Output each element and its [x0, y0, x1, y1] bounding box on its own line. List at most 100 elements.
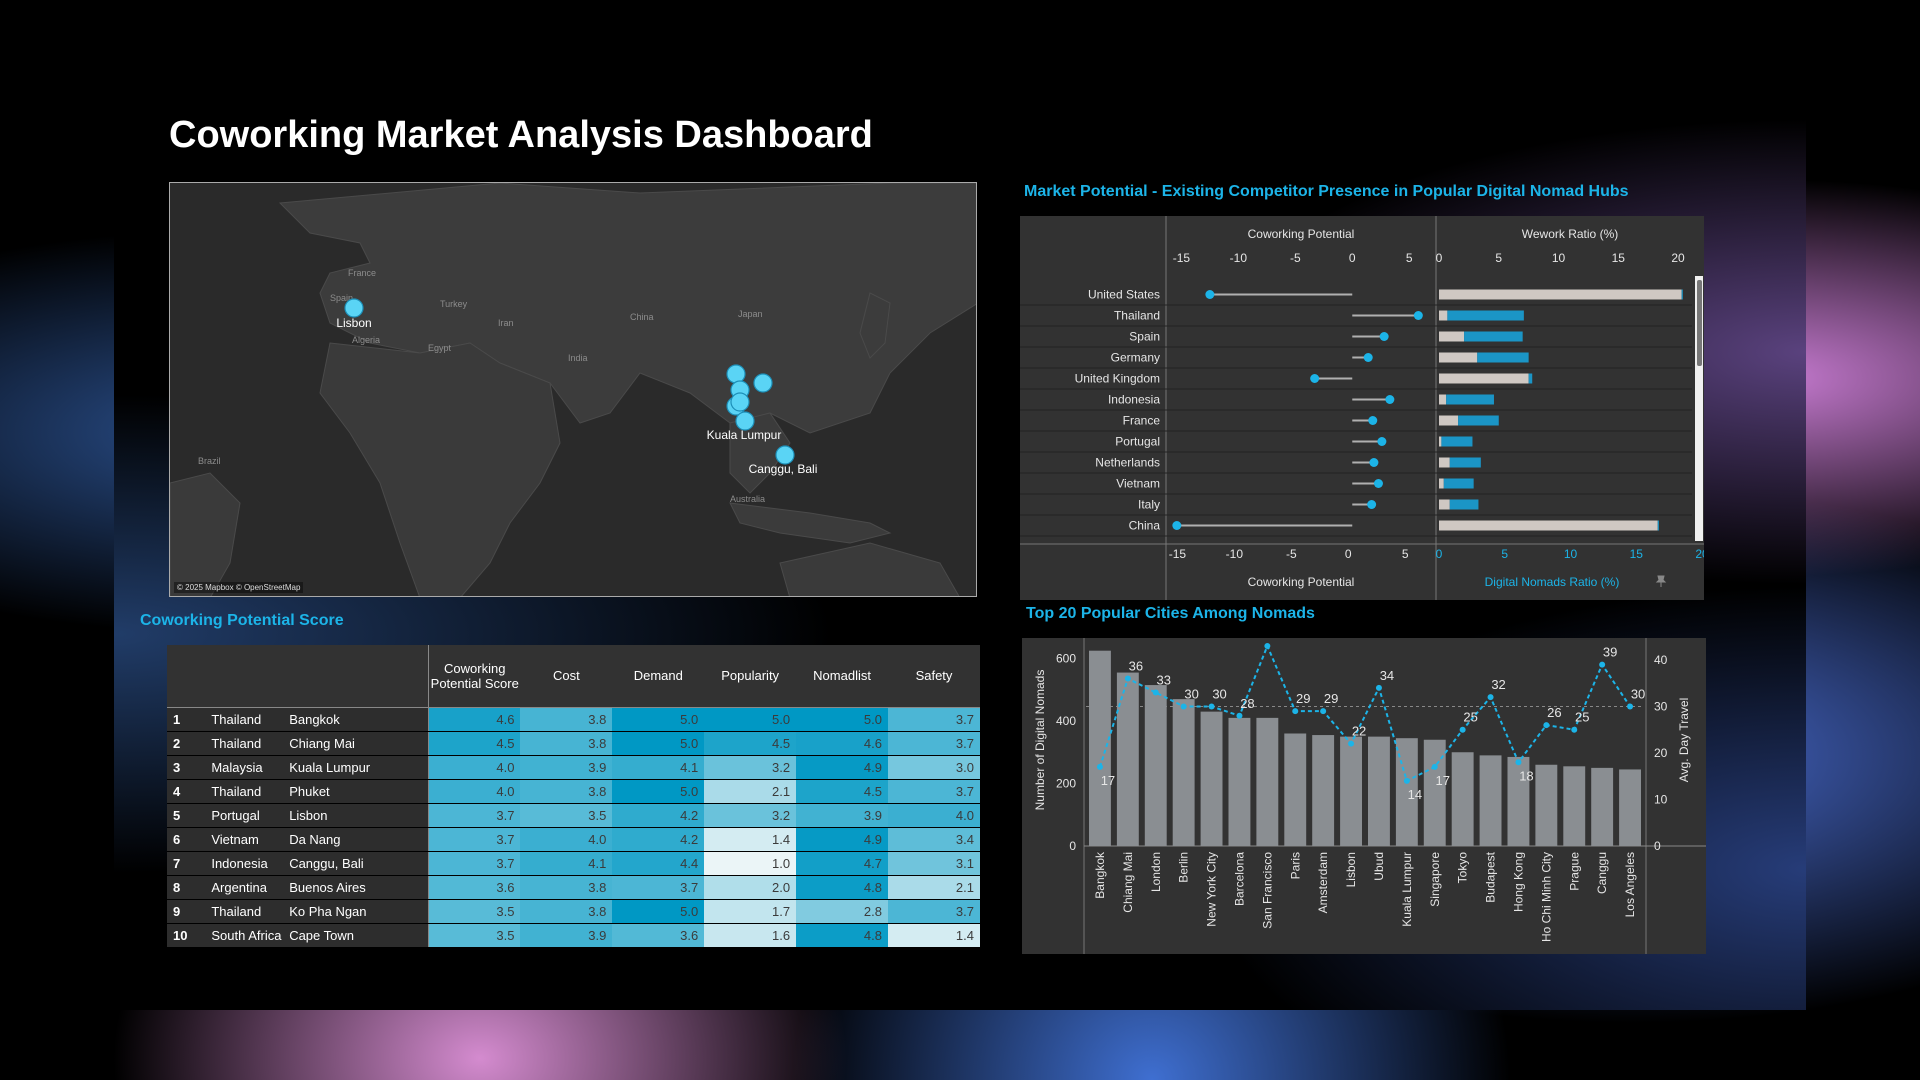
dumbbell-point[interactable] [1205, 290, 1215, 299]
wework-bar[interactable] [1439, 499, 1450, 510]
bar[interactable] [1312, 735, 1335, 846]
wework-bar[interactable] [1439, 478, 1444, 489]
column-header[interactable]: Nomadlist [796, 645, 888, 708]
travel-point[interactable] [1403, 777, 1410, 784]
wework-bar[interactable] [1439, 436, 1442, 447]
bar[interactable] [1144, 685, 1167, 846]
column-header[interactable]: Popularity [704, 645, 797, 708]
nomad-bar[interactable] [1446, 394, 1494, 405]
market-potential-chart[interactable]: Coworking Potential Wework Ratio (%) Cow… [1020, 216, 1704, 600]
table-row[interactable]: 8 Argentina Buenos Aires 3.6 3.8 3.7 2.0 4.8 2.1 [167, 875, 980, 900]
nomad-bar[interactable] [1464, 331, 1523, 342]
table-row[interactable]: 2 Thailand Chiang Mai 4.5 3.8 5.0 4.5 4.6 3.7 [167, 731, 980, 756]
nomad-bar[interactable] [1447, 310, 1524, 321]
dumbbell-point[interactable] [1363, 353, 1373, 362]
bar[interactable] [1591, 767, 1614, 846]
table-row[interactable]: 6 Vietnam Da Nang 3.7 4.0 4.2 1.4 4.9 3.4 [167, 827, 980, 852]
table-row[interactable]: 3 Malaysia Kuala Lumpur 4.0 3.9 4.1 3.2 4.9 3.0 [167, 755, 980, 780]
bar[interactable] [1172, 699, 1195, 846]
nomad-bar[interactable] [1443, 478, 1474, 489]
bar[interactable] [1089, 650, 1111, 846]
bar[interactable] [1200, 711, 1223, 846]
bar[interactable] [1619, 769, 1641, 846]
travel-point[interactable] [1515, 759, 1522, 766]
city-marker[interactable] [730, 392, 750, 412]
nomad-bar[interactable] [1441, 436, 1473, 447]
market-potential-svg[interactable]: Coworking Potential Wework Ratio (%) Cow… [1020, 216, 1704, 600]
travel-point[interactable] [1348, 740, 1355, 747]
travel-point[interactable] [1292, 708, 1299, 715]
travel-point[interactable] [1571, 726, 1578, 733]
wework-bar[interactable] [1439, 373, 1529, 384]
column-header[interactable]: Cost [520, 645, 613, 708]
nomad-bar[interactable] [1458, 415, 1499, 426]
nomad-bar[interactable] [1449, 457, 1481, 468]
wework-bar[interactable] [1439, 457, 1450, 468]
column-header[interactable]: Demand [612, 645, 705, 708]
dumbbell-point[interactable] [1379, 332, 1389, 341]
dumbbell-point[interactable] [1377, 437, 1387, 446]
travel-point[interactable] [1096, 763, 1103, 770]
travel-point[interactable] [1124, 675, 1131, 682]
column-header[interactable]: Coworking Potential Score [428, 645, 521, 708]
nomad-bar[interactable] [1449, 499, 1479, 510]
column-header[interactable]: Safety [888, 645, 980, 708]
table-row[interactable]: 10 South Africa Cape Town 3.5 3.9 3.6 1.6 4.8 1.… [167, 923, 980, 948]
bar[interactable] [1340, 736, 1362, 846]
table-row[interactable]: 1 Thailand Bangkok 4.6 3.8 5.0 5.0 5.0 3.7 [167, 707, 980, 732]
nomad-bar[interactable] [1477, 352, 1529, 363]
wework-bar[interactable] [1439, 289, 1682, 300]
dumbbell-point[interactable] [1172, 521, 1182, 530]
bar[interactable] [1451, 752, 1474, 846]
world-map[interactable]: FranceSpainTurkeyIranAlgeriaEgyptChina Ja… [170, 183, 977, 597]
table-row[interactable]: 7 Indonesia Canggu, Bali 3.7 4.1 4.4 1.0 4.7 3.1 [167, 851, 980, 876]
city-marker[interactable] [344, 298, 364, 318]
nomad-bar[interactable] [1681, 289, 1683, 300]
dumbbell-point[interactable] [1385, 395, 1395, 404]
wework-bar[interactable] [1439, 394, 1447, 405]
table-row[interactable]: 5 Portugal Lisbon 3.7 3.5 4.2 3.2 3.9 4.0 [167, 803, 980, 828]
travel-point[interactable] [1487, 694, 1494, 701]
bar[interactable] [1535, 764, 1558, 846]
travel-point[interactable] [1543, 722, 1550, 729]
dumbbell-point[interactable] [1373, 479, 1383, 488]
travel-point[interactable] [1180, 703, 1187, 710]
dumbbell-point[interactable] [1369, 458, 1379, 467]
travel-point[interactable] [1459, 726, 1466, 733]
bar[interactable] [1479, 755, 1502, 846]
dumbbell-point[interactable] [1310, 374, 1320, 383]
city-marker[interactable] [726, 364, 746, 384]
scrollbar-thumb[interactable] [1697, 280, 1702, 366]
bar[interactable] [1228, 717, 1251, 846]
dumbbell-point[interactable] [1367, 500, 1377, 509]
bar[interactable] [1368, 736, 1390, 846]
travel-point[interactable] [1320, 708, 1327, 715]
top20-svg[interactable]: Number of Digital Nomads Avg. Day Travel… [1022, 638, 1706, 954]
travel-point[interactable] [1431, 763, 1438, 770]
bar[interactable] [1284, 733, 1307, 847]
travel-point[interactable] [1599, 661, 1606, 668]
nomad-bar[interactable] [1528, 373, 1533, 384]
travel-point[interactable] [1236, 712, 1243, 719]
top20-cities-chart[interactable]: Number of Digital Nomads Avg. Day Travel… [1022, 638, 1706, 954]
dumbbell-point[interactable] [1413, 311, 1423, 320]
travel-point[interactable] [1264, 643, 1271, 649]
bottom-right-axis-title[interactable]: Digital Nomads Ratio (%) [1485, 575, 1620, 589]
city-marker[interactable] [753, 373, 773, 393]
map-view[interactable]: France Spain Turkey Iran Algeria Egypt China Ja… [169, 182, 977, 597]
wework-bar[interactable] [1439, 310, 1448, 321]
travel-point[interactable] [1627, 703, 1634, 710]
table-row[interactable]: 9 Thailand Ko Pha Ngan 3.5 3.8 5.0 1.7 2.8 3.7 [167, 899, 980, 924]
bar[interactable] [1256, 717, 1279, 846]
travel-point[interactable] [1208, 703, 1215, 710]
travel-point[interactable] [1375, 684, 1382, 691]
table-row[interactable]: 4 Thailand Phuket 4.0 3.8 5.0 2.1 4.5 3.7 [167, 779, 980, 804]
wework-bar[interactable] [1439, 520, 1658, 531]
nomad-bar[interactable] [1657, 520, 1659, 531]
pin-icon[interactable] [1655, 575, 1667, 587]
coworking-score-table[interactable]: Coworking Potential Score Cost Demand Po… [167, 645, 980, 948]
dumbbell-point[interactable] [1368, 416, 1378, 425]
wework-bar[interactable] [1439, 352, 1478, 363]
wework-bar[interactable] [1439, 415, 1459, 426]
travel-point[interactable] [1152, 689, 1159, 696]
